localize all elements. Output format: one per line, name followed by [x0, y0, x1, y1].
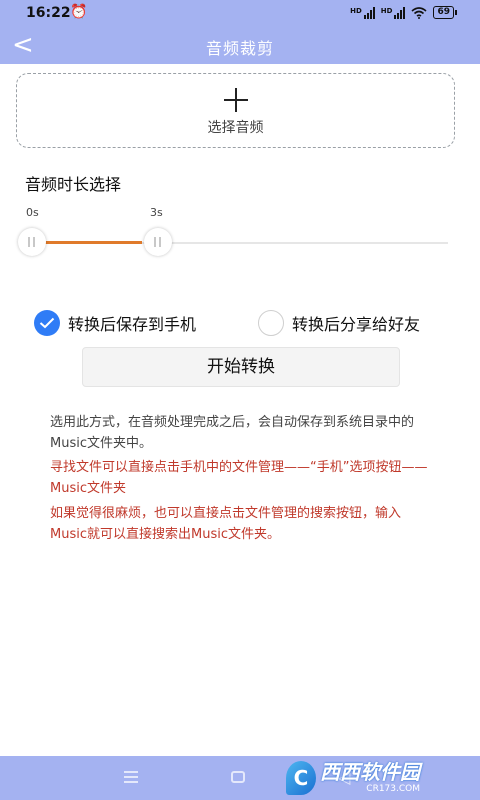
home-square-icon[interactable]: [231, 771, 245, 783]
status-icons: HD HD 69: [350, 6, 457, 19]
slider-selected-range: [44, 241, 142, 244]
select-audio-label: 选择音频: [207, 120, 264, 136]
title-bar: < 音频裁剪: [0, 28, 480, 64]
page-title: 音频裁剪: [205, 39, 274, 58]
select-audio-button[interactable]: 选择音频: [16, 73, 455, 148]
wifi-icon: [411, 6, 427, 19]
battery-indicator: 69: [433, 6, 457, 19]
share-to-friend-option[interactable]: 转换后分享给好友: [258, 310, 420, 336]
info-note: 选用此方式，在音频处理完成之后，会自动保存到系统目录中的Music文件夹中。: [50, 415, 415, 451]
duration-start-label: 0s: [26, 206, 39, 219]
warning-note: 如果觉得很麻烦，也可以直接点击文件管理的搜索按钮，输入Music就可以直接搜索出…: [50, 506, 402, 542]
warning-note: 寻找文件可以直接点击手机中的文件管理——“手机”选项按钮——Music文件夹: [50, 460, 428, 496]
save-to-phone-option[interactable]: 转换后保存到手机: [34, 310, 196, 336]
plus-icon: [223, 88, 248, 112]
signal-icon: HD: [350, 6, 375, 19]
signal-icon: HD: [381, 6, 406, 19]
watermark-domain: CR173.COM: [366, 784, 420, 794]
status-time: 16:22: [26, 5, 71, 21]
duration-end-label: 3s: [150, 206, 163, 219]
unchecked-circle-icon[interactable]: [258, 310, 284, 336]
duration-range-slider[interactable]: [18, 228, 448, 258]
slider-start-handle[interactable]: [18, 228, 46, 256]
save-to-phone-label: 转换后保存到手机: [68, 315, 197, 334]
watermark-brand: 西西软件园: [320, 760, 420, 784]
menu-icon[interactable]: [124, 771, 138, 783]
slider-end-handle[interactable]: [144, 228, 172, 256]
duration-section-title: 音频时长选择: [25, 175, 122, 194]
share-to-friend-label: 转换后分享给好友: [292, 315, 421, 334]
watermark-logo: C 西西软件园 CR173.COM: [286, 758, 462, 798]
watermark-text: 西西软件园 CR173.COM: [320, 761, 420, 795]
brand-logo-icon: C: [286, 761, 316, 795]
status-bar: 16:22 ⏰ HD HD 69: [0, 0, 480, 28]
alarm-clock-icon: ⏰: [70, 4, 88, 20]
start-convert-button[interactable]: 开始转换: [82, 347, 400, 387]
checkmark-icon[interactable]: [34, 310, 60, 336]
